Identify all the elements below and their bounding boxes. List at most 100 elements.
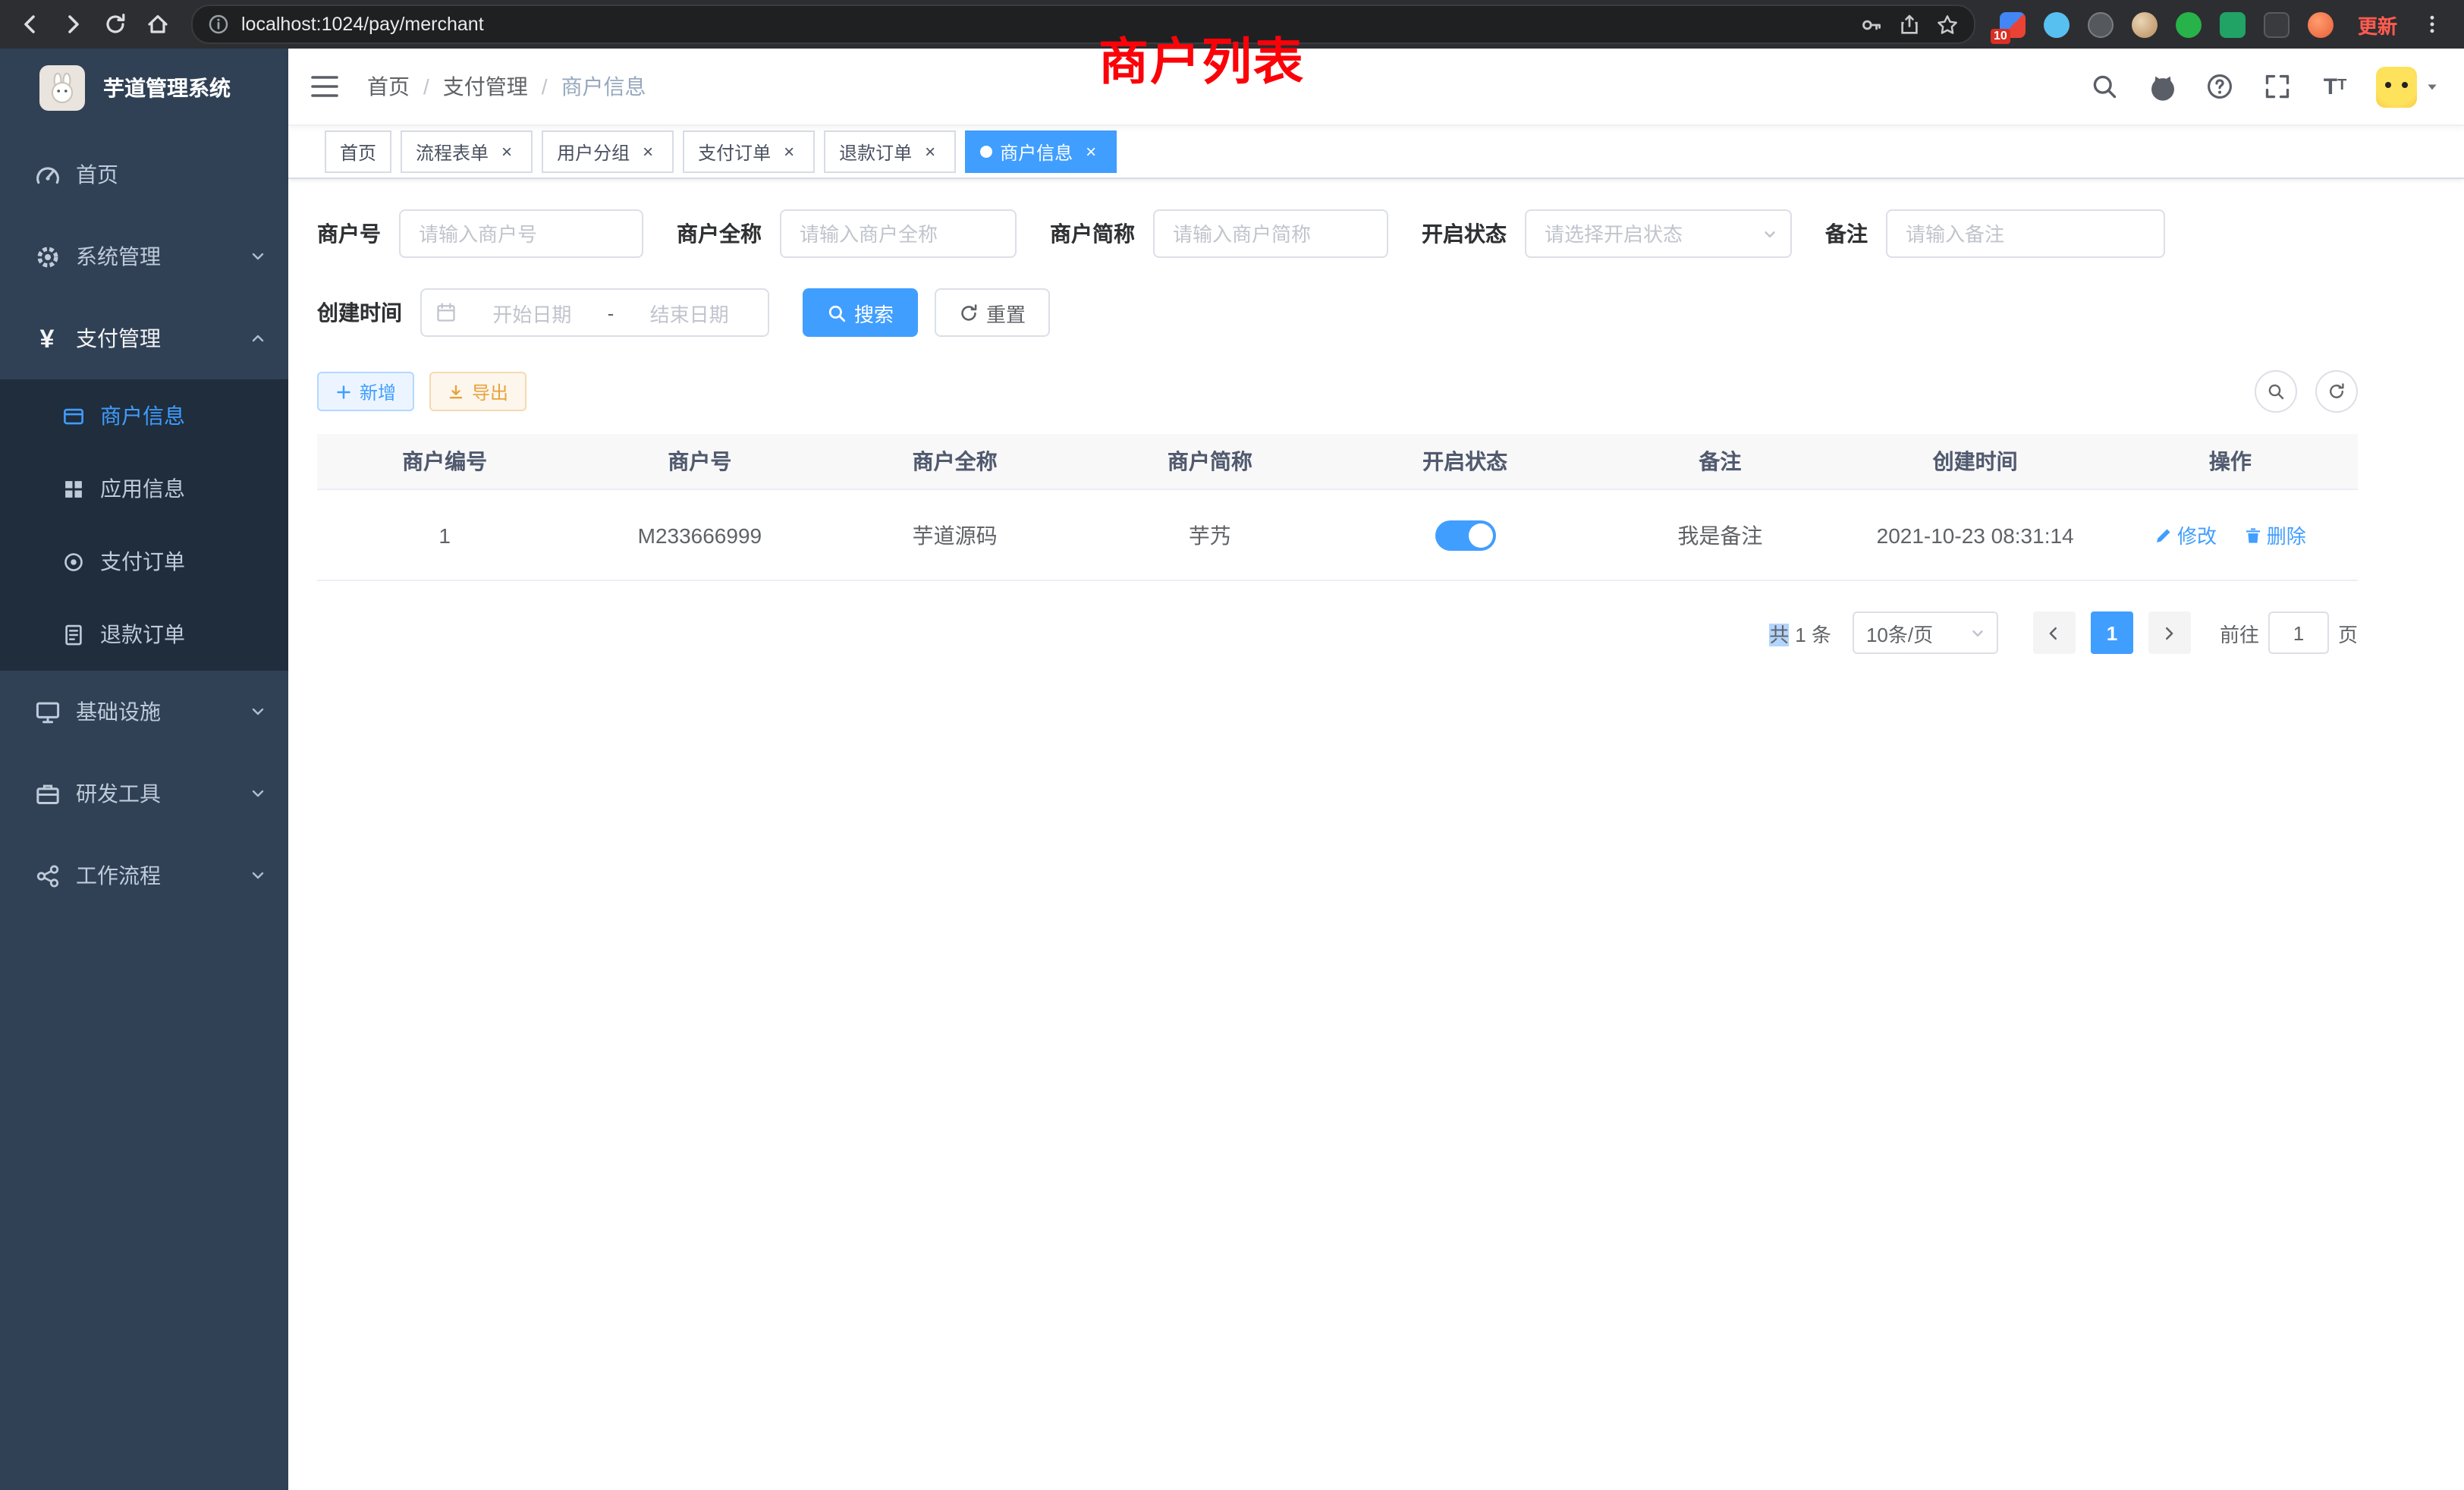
close-icon[interactable]: × [496,141,517,162]
browser-forward-icon[interactable] [55,6,91,42]
remark-input[interactable] [1886,209,2165,258]
cell-actions: 修改 删除 [2103,489,2358,580]
font-size-icon[interactable]: TT [2318,70,2352,103]
form-item-full-name: 商户全称 [677,209,1017,258]
browser-extension-icon[interactable] [2220,11,2246,37]
table-toolbar: 新增 导出 [317,370,2358,413]
calendar-icon [435,302,457,323]
search-button[interactable]: 搜索 [803,288,918,337]
user-avatar-menu[interactable] [2376,66,2440,107]
export-button[interactable]: 导出 [429,372,526,411]
tab-user-group[interactable]: 用户分组 × [542,130,674,173]
merchant-no-input[interactable] [399,209,643,258]
site-info-icon[interactable] [208,14,229,35]
breadcrumb-separator: / [542,74,548,99]
col-status: 开启状态 [1337,434,1592,489]
date-range-picker[interactable]: 开始日期 - 结束日期 [420,288,769,337]
sidebar-item-label: 支付管理 [76,323,249,354]
browser-extension-icon[interactable] [2264,11,2290,37]
toggle-search-icon[interactable] [2255,370,2297,413]
help-icon[interactable] [2203,70,2236,103]
sidebar-item-refund-orders[interactable]: 退款订单 [0,598,288,671]
button-label: 重置 [986,298,1026,327]
tab-merchant-info[interactable]: 商户信息 × [965,130,1117,173]
browser-reload-icon[interactable] [97,6,134,42]
sidebar-item-workflow[interactable]: 工作流程 [0,835,288,916]
reset-button[interactable]: 重置 [935,288,1050,337]
status-toggle[interactable] [1435,520,1495,550]
form-item-short-name: 商户简称 [1050,209,1388,258]
browser-home-icon[interactable] [140,6,176,42]
tab-payment-orders[interactable]: 支付订单 × [683,130,815,173]
github-icon[interactable] [2145,70,2179,103]
sidebar-item-infrastructure[interactable]: 基础设施 [0,671,288,753]
next-page-button[interactable] [2148,611,2191,654]
refresh-icon [959,303,979,322]
edit-link[interactable]: 修改 [2154,520,2217,549]
browser-extension-icon[interactable] [2088,11,2114,37]
tab-home[interactable]: 首页 [325,130,391,173]
field-label: 商户简称 [1050,218,1135,249]
browser-extension-icon[interactable] [2308,11,2334,37]
sidebar-item-merchant-info[interactable]: 商户信息 [0,379,288,452]
pagination-goto: 前往 页 [2220,611,2358,654]
field-label: 创建时间 [317,297,402,328]
app-title: 芋道管理系统 [103,73,231,103]
browser-extension-icon[interactable] [2176,11,2202,37]
fullscreen-icon[interactable] [2261,70,2294,103]
share-icon[interactable] [1898,13,1921,36]
close-icon[interactable]: × [919,141,941,162]
col-actions: 操作 [2103,434,2358,489]
end-date-placeholder[interactable]: 结束日期 [624,298,754,327]
sidebar-item-app-info[interactable]: 应用信息 [0,452,288,525]
browser-menu-icon[interactable] [2422,14,2443,35]
sidebar-item-payment[interactable]: ¥ 支付管理 [0,297,288,379]
tab-process-form[interactable]: 流程表单 × [401,130,533,173]
delete-link[interactable]: 删除 [2244,520,2306,549]
app-logo[interactable]: 芋道管理系统 [0,49,288,127]
sidebar-item-system[interactable]: 系统管理 [0,215,288,297]
cell-short-name: 芋艿 [1083,489,1337,580]
browser-extension-icon[interactable] [2044,11,2070,37]
chevron-down-icon [249,703,267,721]
address-bar[interactable]: localhost:1024/pay/merchant [191,5,1975,44]
add-button[interactable]: 新增 [317,372,414,411]
search-form: 商户号 商户全称 商户简称 开启状态 [317,209,2358,288]
goto-page-input[interactable] [2268,611,2329,654]
url-text[interactable]: localhost:1024/pay/merchant [241,14,1848,35]
sidebar-item-home[interactable]: 首页 [0,134,288,215]
bookmark-star-icon[interactable] [1936,13,1959,36]
browser-extension-icon[interactable]: 10 [2000,11,2026,37]
tab-label: 首页 [340,139,376,165]
col-full-name: 商户全称 [828,434,1083,489]
start-date-placeholder[interactable]: 开始日期 [467,298,597,327]
page-size-select[interactable]: 10条/页 [1853,611,1998,654]
page-number-button[interactable]: 1 [2091,611,2133,654]
breadcrumb-current: 商户信息 [561,71,646,102]
goto-label: 前往 [2220,618,2259,647]
password-key-icon[interactable] [1860,13,1883,36]
refresh-table-icon[interactable] [2315,370,2358,413]
sidebar-toggle-icon[interactable] [310,71,340,102]
full-name-input[interactable] [780,209,1017,258]
tab-refund-orders[interactable]: 退款订单 × [824,130,956,173]
status-select[interactable] [1525,209,1792,258]
short-name-input[interactable] [1153,209,1388,258]
field-label: 备注 [1825,218,1868,249]
button-label: 新增 [360,379,396,404]
close-icon[interactable]: × [778,141,800,162]
page-size-value: 10条/页 [1866,618,1933,647]
browser-back-icon[interactable] [12,6,49,42]
browser-update-button[interactable]: 更新 [2358,10,2397,39]
breadcrumb-payment[interactable]: 支付管理 [443,71,528,102]
sidebar-item-payment-orders[interactable]: 支付订单 [0,525,288,598]
search-icon[interactable] [2088,70,2121,103]
breadcrumb-home[interactable]: 首页 [367,71,410,102]
sidebar-item-dev-tools[interactable]: 研发工具 [0,753,288,835]
close-icon[interactable]: × [637,141,658,162]
prev-page-button[interactable] [2033,611,2076,654]
close-icon[interactable]: × [1080,141,1102,162]
download-icon [448,383,464,400]
chevron-down-icon [249,247,267,266]
browser-extension-icon[interactable] [2132,11,2158,37]
